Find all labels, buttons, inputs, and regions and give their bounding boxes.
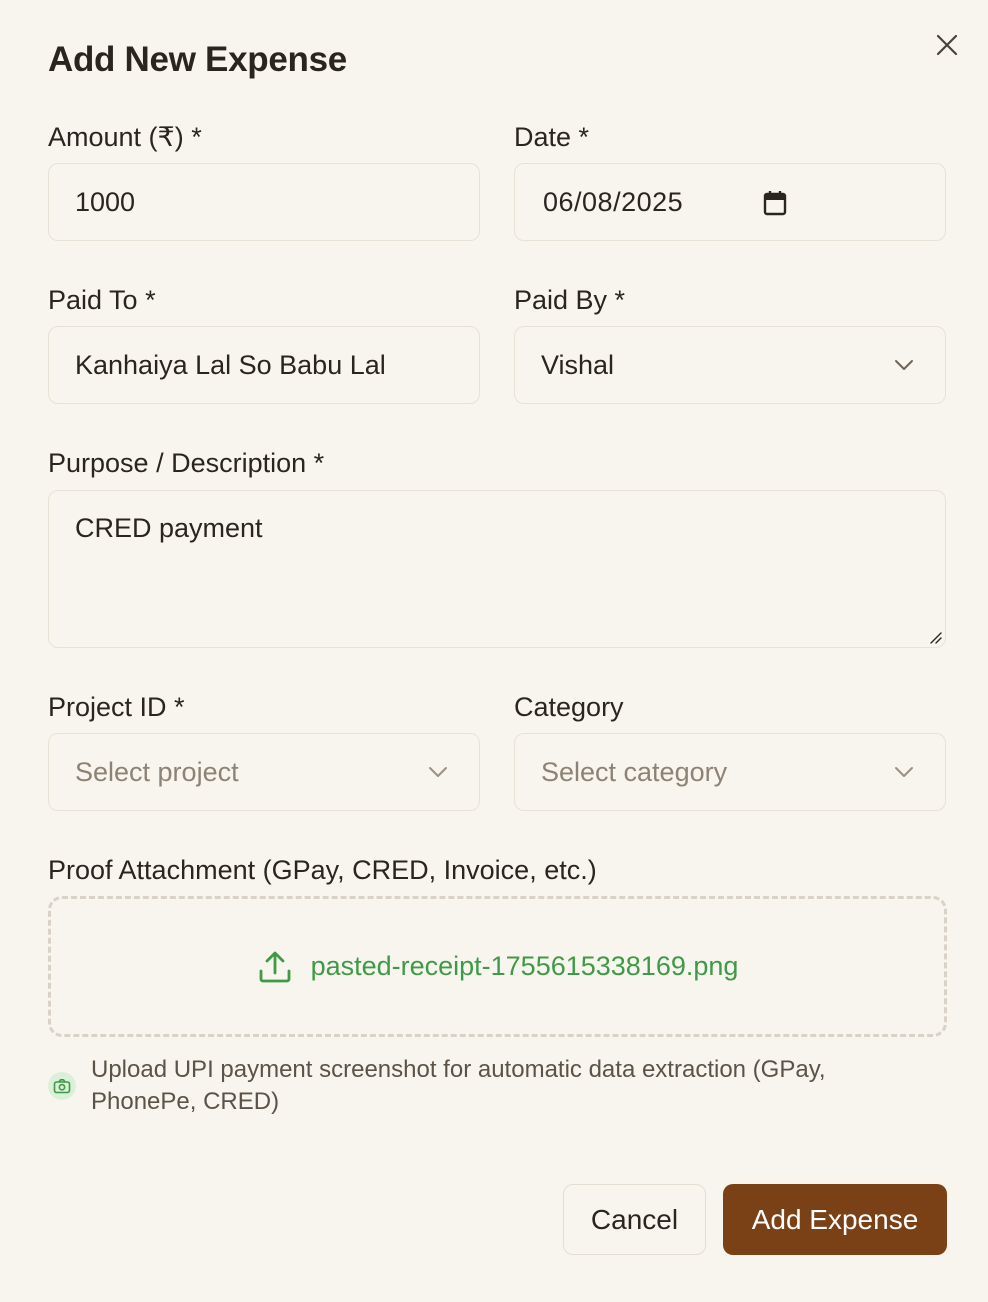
resize-handle-icon[interactable] [928,630,942,644]
date-input[interactable]: 06/08/2025 [514,163,946,241]
project-label: Project ID * [48,692,185,722]
upload-icon [259,951,290,982]
purpose-value: CRED payment [75,513,263,543]
calendar-icon[interactable] [763,190,787,216]
date-value: 06/08/2025 [543,186,684,217]
chevron-down-icon [895,360,913,370]
amount-input[interactable]: 1000 [48,163,480,241]
proof-label: Proof Attachment (GPay, CRED, Invoice, e… [48,855,597,885]
category-select[interactable]: Select category [514,733,946,811]
project-placeholder: Select project [75,756,239,787]
amount-label: Amount (₹) * [48,122,202,152]
paid-by-label: Paid By * [514,285,626,315]
add-expense-dialog: Add New Expense Amount (₹) * 1000 Date *… [0,0,988,1302]
camera-icon [48,1072,76,1100]
paid-to-label: Paid To * [48,285,156,315]
purpose-label: Purpose / Description * [48,448,325,478]
paid-by-value: Vishal [541,349,615,380]
close-icon [936,34,958,56]
project-select[interactable]: Select project [48,733,480,811]
cancel-button[interactable]: Cancel [563,1184,706,1255]
amount-value: 1000 [75,186,136,217]
upload-hint-text: Upload UPI payment screenshot for automa… [91,1056,826,1115]
paid-by-select[interactable]: Vishal [514,326,946,404]
purpose-textarea[interactable]: CRED payment [48,490,946,648]
add-expense-button[interactable]: Add Expense [723,1184,947,1255]
chevron-down-icon [429,767,447,777]
paid-to-value: Kanhaiya Lal So Babu Lal [75,349,386,380]
chevron-down-icon [895,767,913,777]
date-label: Date * [514,122,590,152]
close-button[interactable] [930,28,964,62]
category-label: Category [514,692,624,722]
paid-to-input[interactable]: Kanhaiya Lal So Babu Lal [48,326,480,404]
dialog-title: Add New Expense [48,40,347,79]
category-placeholder: Select category [541,756,728,787]
proof-filename: pasted-receipt-1755615338169.png [310,951,739,981]
proof-dropzone[interactable]: pasted-receipt-1755615338169.png [48,896,947,1037]
